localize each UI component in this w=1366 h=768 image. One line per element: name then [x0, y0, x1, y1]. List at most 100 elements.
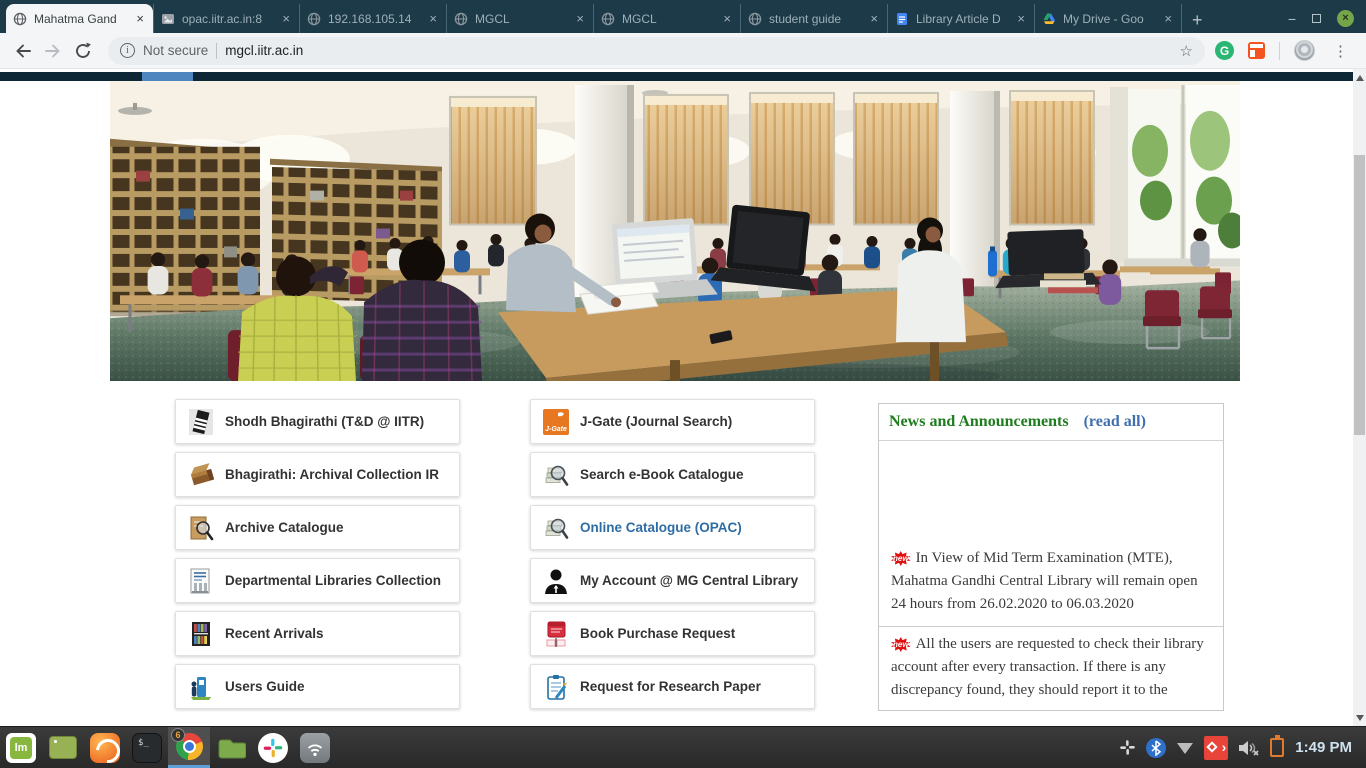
- page-scrollbar[interactable]: [1353, 69, 1366, 726]
- link-request-research-paper[interactable]: Request for Research Paper: [530, 664, 815, 709]
- tab-mgcl-2[interactable]: MGCL ×: [594, 4, 741, 33]
- forward-button[interactable]: [38, 36, 68, 66]
- link-search-ebook-catalogue[interactable]: Search e-Book Catalogue: [530, 452, 815, 497]
- back-button[interactable]: [8, 36, 38, 66]
- close-window-button[interactable]: ×: [1337, 10, 1354, 27]
- tab-ip-address[interactable]: 192.168.105.14 ×: [300, 4, 447, 33]
- read-all-link[interactable]: (read all): [1084, 413, 1146, 431]
- tab-title: opac.iitr.ac.in:8: [182, 12, 273, 26]
- tab-my-drive[interactable]: My Drive - Goo ×: [1035, 4, 1182, 33]
- jgate-icon: J-Gate: [543, 408, 569, 436]
- taskbar-clock[interactable]: 1:49 PM: [1293, 739, 1358, 756]
- link-label: Users Guide: [225, 679, 305, 694]
- firefox-icon: [90, 733, 120, 763]
- red-book-icon: [543, 620, 569, 648]
- tab-close-icon[interactable]: ×: [574, 11, 586, 26]
- slack-tray-icon[interactable]: [1118, 738, 1137, 757]
- tab-title: Mahatma Gand: [34, 12, 127, 26]
- scroll-up-arrow[interactable]: [1356, 75, 1364, 81]
- link-my-account[interactable]: My Account @ MG Central Library: [530, 558, 815, 603]
- tab-title: MGCL: [622, 12, 714, 26]
- omnibox-divider: [216, 43, 217, 59]
- news-item: newIn View of Mid Term Examination (MTE)…: [879, 541, 1223, 626]
- link-departmental-libraries[interactable]: Departmental Libraries Collection: [175, 558, 460, 603]
- tab-close-icon[interactable]: ×: [134, 11, 146, 26]
- show-desktop-icon: [49, 736, 77, 759]
- page-info-icon[interactable]: i: [120, 43, 135, 58]
- anydesk-chevron: ›: [1222, 738, 1227, 756]
- link-archive-catalogue[interactable]: Archive Catalogue: [175, 505, 460, 550]
- show-desktop-button[interactable]: [42, 727, 84, 768]
- tab-close-icon[interactable]: ×: [280, 11, 292, 26]
- image-favicon: [161, 12, 175, 26]
- globe-favicon: [13, 12, 27, 26]
- reload-button[interactable]: [68, 36, 98, 66]
- tab-title: MGCL: [475, 12, 567, 26]
- tab-close-icon[interactable]: ×: [1015, 11, 1027, 26]
- bookmark-star-icon[interactable]: ☆: [1180, 42, 1193, 60]
- chrome-window-count-badge: 6: [171, 728, 185, 742]
- link-label: My Account @ MG Central Library: [580, 573, 798, 588]
- new-tab-button[interactable]: +: [1192, 11, 1203, 29]
- tab-opac[interactable]: opac.iitr.ac.in:8 ×: [153, 4, 300, 33]
- address-bar[interactable]: i Not secure mgcl.iitr.ac.in ☆: [108, 37, 1205, 65]
- url-text: mgcl.iitr.ac.in: [225, 43, 303, 58]
- tab-mgcl-1[interactable]: MGCL ×: [447, 4, 594, 33]
- chrome-menu-icon[interactable]: ⋮: [1329, 42, 1352, 60]
- link-label: Request for Research Paper: [580, 679, 761, 694]
- volume-muted-tray-icon[interactable]: [1237, 739, 1261, 757]
- tab-close-icon[interactable]: ×: [868, 11, 880, 26]
- person-icon: [543, 567, 569, 595]
- bookshelf-icon: [188, 620, 214, 648]
- link-users-guide[interactable]: Users Guide: [175, 664, 460, 709]
- news-scroll-gap: [879, 441, 1223, 541]
- docs-favicon: [895, 12, 909, 26]
- page-content: Shodh Bhagirathi (T&D @ IITR) Bhagirathi…: [0, 69, 1353, 726]
- window-controls: − ×: [1288, 10, 1366, 33]
- toolbar-divider: [1279, 42, 1280, 60]
- network-tool-launcher[interactable]: [294, 727, 336, 768]
- tab-mahatma-gandhi-library[interactable]: Mahatma Gand ×: [6, 4, 153, 33]
- network-tray-icon[interactable]: [1175, 740, 1195, 756]
- bluetooth-tray-icon[interactable]: [1146, 738, 1166, 758]
- slack-launcher[interactable]: [252, 727, 294, 768]
- news-title: News and Announcements: [889, 413, 1069, 431]
- globe-favicon: [307, 12, 321, 26]
- scrollbar-thumb[interactable]: [1354, 155, 1365, 435]
- mint-menu-button[interactable]: lm: [0, 727, 42, 768]
- mint-logo-icon: lm: [6, 733, 36, 763]
- link-book-purchase-request[interactable]: Book Purchase Request: [530, 611, 815, 656]
- tab-student-guide[interactable]: student guide ×: [741, 4, 888, 33]
- site-navbar-strip: [0, 72, 1353, 81]
- tab-close-icon[interactable]: ×: [721, 11, 733, 26]
- battery-tray-icon[interactable]: [1270, 738, 1284, 757]
- news-item: newAll the users are requested to check …: [879, 626, 1223, 710]
- tab-close-icon[interactable]: ×: [1162, 11, 1174, 26]
- tab-title: student guide: [769, 12, 861, 26]
- link-online-catalogue-opac[interactable]: Online Catalogue (OPAC): [530, 505, 815, 550]
- file-manager-launcher[interactable]: [210, 727, 252, 768]
- scroll-down-arrow[interactable]: [1356, 715, 1364, 721]
- svg-text:J-Gate: J-Gate: [545, 426, 567, 433]
- grammarly-extension-icon[interactable]: G: [1215, 41, 1234, 60]
- orange-extension-icon[interactable]: [1248, 42, 1265, 59]
- anydesk-tray-icon[interactable]: ›: [1204, 736, 1228, 760]
- restore-button[interactable]: [1312, 14, 1321, 23]
- tab-library-article[interactable]: Library Article D ×: [888, 4, 1035, 33]
- terminal-launcher[interactable]: $_: [126, 727, 168, 768]
- browser-toolbar: i Not secure mgcl.iitr.ac.in ☆ G ⋮: [0, 33, 1366, 69]
- wifi-app-icon: [300, 733, 330, 763]
- link-jgate[interactable]: J-Gate J-Gate (Journal Search): [530, 399, 815, 444]
- link-shodh-bhagirathi[interactable]: Shodh Bhagirathi (T&D @ IITR): [175, 399, 460, 444]
- link-bhagirathi-archival[interactable]: Bhagirathi: Archival Collection IR: [175, 452, 460, 497]
- link-label: Search e-Book Catalogue: [580, 467, 744, 482]
- site-navbar-active-item[interactable]: [142, 72, 193, 81]
- minimize-button[interactable]: −: [1288, 12, 1296, 26]
- chrome-taskbar-button[interactable]: 6: [168, 727, 210, 768]
- link-label: Departmental Libraries Collection: [225, 573, 441, 588]
- profile-avatar[interactable]: [1294, 40, 1315, 61]
- tab-title: My Drive - Goo: [1063, 12, 1155, 26]
- link-recent-arrivals[interactable]: Recent Arrivals: [175, 611, 460, 656]
- firefox-launcher[interactable]: [84, 727, 126, 768]
- tab-close-icon[interactable]: ×: [427, 11, 439, 26]
